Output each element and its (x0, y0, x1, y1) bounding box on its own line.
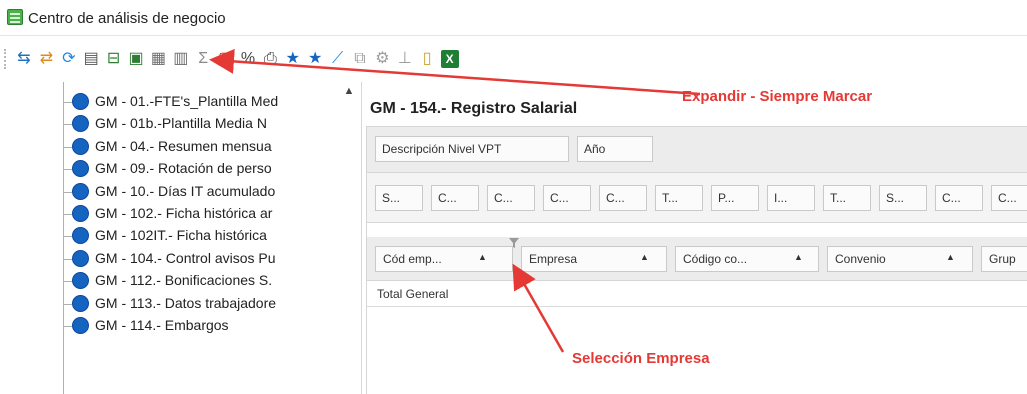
report-dot-icon (72, 205, 89, 222)
report-dot-icon (72, 294, 89, 312)
grid-icon[interactable]: ▥ (172, 50, 190, 68)
filter-field-ano[interactable]: Año (577, 136, 653, 162)
network-icon[interactable]: ⊥ (396, 50, 414, 68)
row-field-empresa[interactable]: Empresa ▲ (521, 246, 667, 272)
tree-item-label: GM - 102.- Ficha histórica ar (95, 205, 273, 221)
tree-item[interactable]: GM - 01.-FTE's_Plantilla Med (63, 91, 353, 113)
annotation-company: Selección Empresa (572, 350, 710, 367)
tree-item[interactable]: GM - 09.- Rotación de perso (63, 158, 353, 180)
tree-item-label: GM - 113.- Datos trabajadore (95, 294, 277, 311)
sort-asc-icon[interactable]: ▲ (794, 252, 803, 262)
sum-icon[interactable]: Σ (194, 50, 212, 68)
refresh-icon[interactable]: ⟳ (60, 50, 78, 68)
report-tree[interactable]: ▲ GM - 01.-FTE's_Plantilla Med GM - 01b.-… (0, 82, 362, 394)
column-field-button[interactable]: C... (543, 185, 591, 211)
annotation-expand: Expandir - Siempre Marcar (682, 88, 873, 105)
total-label: Total General (377, 287, 449, 301)
filter-icon[interactable] (509, 238, 519, 248)
chart-icon[interactable]: ⟋ (329, 50, 347, 68)
toolbar: ⇆ ⇄ ⟳ ▤ ⊟ ▣ ▦ ▥ Σ ▢% ⎙ ★ ★ ⟋ ⧉ ⚙ ⊥ ▯ X (0, 36, 1027, 82)
tree-item[interactable]: GM - 01b.-Plantilla Media N (63, 113, 353, 135)
sort-asc-icon[interactable]: ▲ (478, 252, 487, 262)
title-bar: Centro de análisis de negocio (0, 0, 1027, 36)
star-remove-icon[interactable]: ★ (306, 50, 324, 68)
tree-item-label: GM - 09.- Rotación de perso (95, 160, 272, 177)
tree-item-label: GM - 01.-FTE's_Plantilla Med (95, 93, 279, 109)
row-field-label: Empresa (529, 252, 578, 266)
data-area (367, 223, 1027, 237)
tree-item[interactable]: GM - 114.- Embargos (63, 315, 353, 337)
row-field-label: Grup (989, 252, 1016, 266)
expand-icon[interactable]: ▣ (127, 50, 145, 68)
toolbar-grip (4, 49, 6, 69)
row-area: Cód emp... ▲ Empresa ▲ Código co... ▲ Co… (367, 237, 1027, 281)
column-field-button[interactable]: T... (655, 185, 703, 211)
document-icon[interactable]: ▢ (217, 50, 235, 68)
report-dot-icon (72, 160, 89, 178)
report-dot-icon (72, 182, 89, 200)
filter-area: Descripción Nivel VPT Año (367, 127, 1027, 173)
column-field-button[interactable]: I... (767, 185, 815, 211)
list-icon[interactable]: ▤ (82, 50, 100, 68)
column-field-button[interactable]: C... (431, 185, 479, 211)
report-title: GM - 154.- Registro Salarial (370, 100, 578, 117)
tree-item-label: GM - 114.- Embargos (95, 317, 229, 333)
tree-item[interactable]: GM - 113.- Datos trabajadore (63, 293, 353, 315)
report-dot-icon (72, 137, 89, 155)
row-field-convenio[interactable]: Convenio ▲ (827, 246, 973, 272)
tree-item-label: GM - 102IT.- Ficha histórica (95, 227, 267, 244)
column-field-button[interactable]: S... (879, 185, 927, 211)
report-dot-icon (72, 115, 89, 133)
row-field-label: Código co... (683, 252, 748, 266)
excel-icon[interactable]: X (440, 50, 459, 68)
column-field-button[interactable]: T... (823, 185, 871, 211)
percent-icon[interactable]: % (239, 50, 257, 68)
column-field-button[interactable]: C... (599, 185, 647, 211)
report-dot-icon (72, 93, 89, 110)
tree-item-label: GM - 04.- Resumen mensua (95, 137, 272, 154)
tree-item-label: GM - 10.- Días IT acumulado (95, 182, 276, 199)
tree-item[interactable]: GM - 04.- Resumen mensua (63, 136, 353, 158)
tree-item-label: GM - 104.- Control avisos Pu (95, 249, 276, 266)
tree-item[interactable]: GM - 102IT.- Ficha histórica (63, 225, 353, 247)
clipboard-icon[interactable]: ▯ (418, 50, 436, 68)
row-field-grupo[interactable]: Grup (981, 246, 1027, 272)
tree-item[interactable]: GM - 104.- Control avisos Pu (63, 248, 353, 270)
column-field-button[interactable]: P... (711, 185, 759, 211)
report-dot-icon (72, 249, 89, 267)
hierarchy-icon[interactable]: ⚙ (373, 50, 391, 68)
app-icon (7, 9, 23, 25)
report-dot-icon (72, 227, 89, 245)
tree-item-label: GM - 01b.-Plantilla Media N (95, 115, 267, 132)
print-icon[interactable]: ⎙ (261, 50, 279, 68)
copy-icon[interactable]: ⧉ (351, 50, 369, 68)
filter-field-nivel-vpt[interactable]: Descripción Nivel VPT (375, 136, 569, 162)
tree-item[interactable]: GM - 102.- Ficha histórica ar (63, 203, 353, 225)
tree-item-label: GM - 112.- Bonificaciones S. (95, 272, 273, 289)
window-title: Centro de análisis de negocio (28, 10, 226, 27)
star-icon[interactable]: ★ (284, 50, 302, 68)
column-field-button[interactable]: C... (935, 185, 983, 211)
column-field-button[interactable]: S... (375, 185, 423, 211)
tree-structure-icon[interactable]: ⊟ (105, 50, 123, 68)
tree-item[interactable]: GM - 10.- Días IT acumulado (63, 181, 353, 203)
report-dot-icon (72, 317, 89, 334)
calendar-icon[interactable]: ▦ (149, 50, 167, 68)
row-field-label: Convenio (835, 252, 886, 266)
row-field-codigo-convenio[interactable]: Código co... ▲ (675, 246, 819, 272)
report-dot-icon (72, 272, 89, 290)
import-icon[interactable]: ⇄ (37, 50, 55, 68)
row-field-cod-empresa[interactable]: Cód emp... ▲ (375, 246, 513, 272)
export-icon[interactable]: ⇆ (15, 50, 33, 68)
column-field-button[interactable]: C... (487, 185, 535, 211)
tree-item[interactable]: GM - 112.- Bonificaciones S. (63, 270, 353, 292)
column-field-button[interactable]: C... (991, 185, 1027, 211)
total-row: Total General (367, 281, 1027, 307)
sort-asc-icon[interactable]: ▲ (946, 252, 955, 262)
sort-asc-icon[interactable]: ▲ (640, 252, 649, 262)
column-area: S... C... C... C... C... T... P... I... T... S...… (367, 173, 1027, 223)
row-field-label: Cód emp... (383, 252, 442, 266)
